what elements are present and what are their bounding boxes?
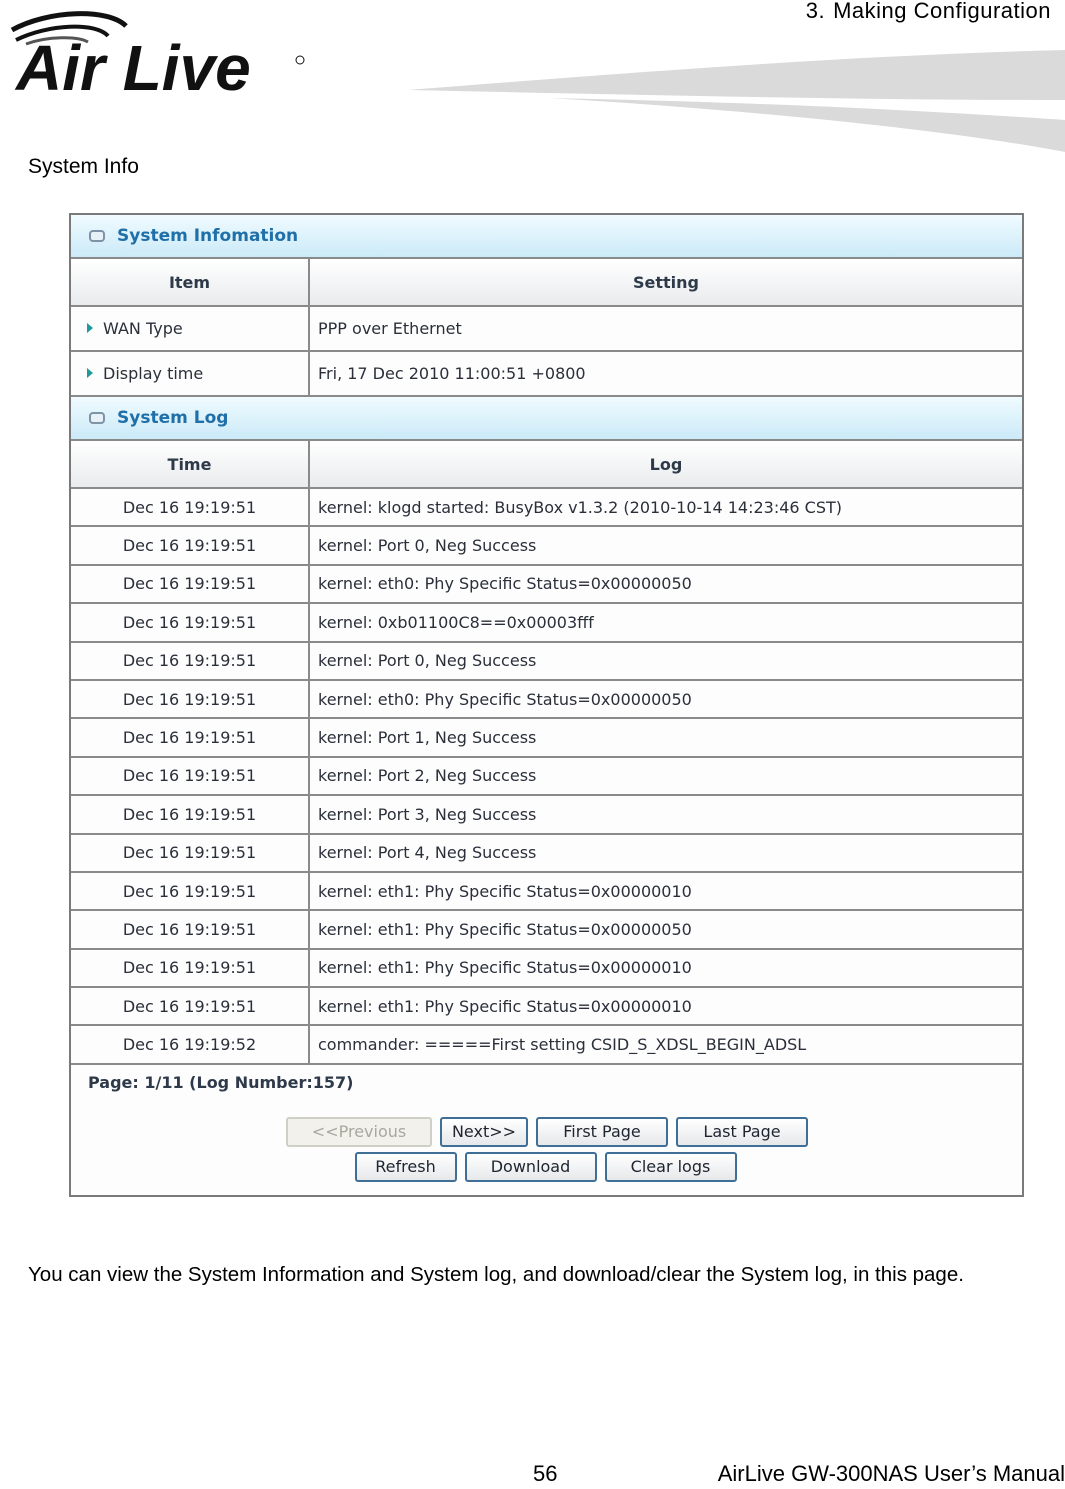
table-row: Display time Fri, 17 Dec 2010 11:00:51 +… [71,351,1022,397]
log-row: Dec 16 19:19:51 kernel: Port 3, Neg Succe… [71,795,1022,835]
log-message: kernel: eth1: Phy Specific Status=0x0000… [309,948,1022,989]
log-message: commander: =====First setting CSID_S_XDS… [309,1025,1022,1065]
log-pagination: Page: 1/11 (Log Number:157) <<Previous N… [71,1065,1022,1195]
chapter-title: Making Configuration [833,0,1051,23]
log-message: kernel: eth0: Phy Specific Status=0x0000… [309,679,1022,720]
download-button[interactable]: Download [464,1151,597,1182]
log-time: Dec 16 19:19:52 [71,1025,310,1065]
item-label: Display time [103,364,204,383]
triangle-right-icon [87,322,93,333]
system-information-title: System Infomation [117,226,299,246]
system-information-table: Item Setting WAN Type PPP over Ethernet … [71,259,1022,397]
log-message: kernel: 0xb01100C8==0x00003fff [309,603,1022,643]
log-message: kernel: Port 0, Neg Success [309,526,1022,566]
clear-logs-button[interactable]: Clear logs [604,1151,737,1182]
page-number: 56 [533,1461,558,1486]
log-row: Dec 16 19:19:51 kernel: eth1: Phy Specifi… [71,910,1022,950]
item-cell: WAN Type [71,306,310,352]
header-swoosh-decoration [400,40,1065,155]
item-cell: Display time [71,351,310,397]
log-message: kernel: Port 4, Neg Success [309,833,1022,873]
log-message: kernel: eth1: Phy Specific Status=0x0000… [309,987,1022,1027]
description-text: You can view the System Information and … [28,1263,964,1286]
log-row: Dec 16 19:19:51 kernel: eth0: Phy Specifi… [71,564,1022,605]
setting-value: PPP over Ethernet [309,306,1022,352]
log-time: Dec 16 19:19:51 [71,833,310,873]
log-time: Dec 16 19:19:51 [71,603,310,643]
column-header-log: Log [309,441,1022,489]
log-time: Dec 16 19:19:51 [71,718,310,758]
log-message: kernel: Port 2, Neg Success [309,756,1022,797]
log-row: Dec 16 19:19:51 kernel: 0xb01100C8==0x000… [71,603,1022,643]
log-row: Dec 16 19:19:51 kernel: Port 0, Neg Succe… [71,641,1022,681]
system-information-header: System Infomation [71,215,1022,259]
log-row: Dec 16 19:19:52 commander: =====First set… [71,1025,1022,1065]
log-row: Dec 16 19:19:51 kernel: Port 4, Neg Succe… [71,833,1022,873]
first-page-button[interactable]: First Page [536,1116,668,1147]
column-header-time: Time [71,441,310,489]
system-log-title: System Log [117,408,229,428]
log-time: Dec 16 19:19:51 [71,795,310,835]
manual-title: AirLive GW-300NAS User’s Manual [717,1461,1065,1486]
chapter-heading: 3. Making Configuration [806,0,1051,24]
system-log-header: System Log [71,397,1022,441]
system-info-panel: System Infomation Item Setting WAN Type … [69,213,1024,1197]
brand-wordmark: Air Live [14,32,251,98]
log-message: kernel: Port 1, Neg Success [309,718,1022,758]
log-message: kernel: klogd started: BusyBox v1.3.2 (2… [309,488,1022,528]
triangle-right-icon [87,367,93,378]
log-row: Dec 16 19:19:51 kernel: eth1: Phy Specifi… [71,948,1022,989]
log-time: Dec 16 19:19:51 [71,910,310,950]
log-row: Dec 16 19:19:51 kernel: eth0: Phy Specifi… [71,679,1022,720]
log-time: Dec 16 19:19:51 [71,987,310,1027]
previous-button[interactable]: <<Previous [286,1116,432,1147]
log-message: kernel: eth1: Phy Specific Status=0x0000… [309,871,1022,912]
log-time: Dec 16 19:19:51 [71,948,310,989]
section-bullet-icon [89,412,105,424]
section-title: System Info [28,155,139,178]
airlive-logo: Air Live [8,8,318,98]
log-time: Dec 16 19:19:51 [71,871,310,912]
setting-value: Fri, 17 Dec 2010 11:00:51 +0800 [309,351,1022,397]
table-row: WAN Type PPP over Ethernet [71,306,1022,352]
log-row: Dec 16 19:19:51 kernel: eth1: Phy Specifi… [71,871,1022,912]
log-row: Dec 16 19:19:51 kernel: klogd started: Bu… [71,488,1022,528]
column-header-setting: Setting [309,259,1022,307]
log-message: kernel: Port 3, Neg Success [309,795,1022,835]
log-time: Dec 16 19:19:51 [71,641,310,681]
last-page-button[interactable]: Last Page [676,1116,808,1147]
log-message: kernel: eth0: Phy Specific Status=0x0000… [309,564,1022,605]
section-bullet-icon [89,230,105,242]
log-time: Dec 16 19:19:51 [71,526,310,566]
log-row: Dec 16 19:19:51 kernel: Port 2, Neg Succe… [71,756,1022,797]
log-row: Dec 16 19:19:51 kernel: Port 0, Neg Succe… [71,526,1022,566]
log-row: Dec 16 19:19:51 kernel: Port 1, Neg Succe… [71,718,1022,758]
next-button[interactable]: Next>> [440,1116,528,1147]
log-time: Dec 16 19:19:51 [71,488,310,528]
column-header-item: Item [71,259,310,307]
item-label: WAN Type [103,319,183,338]
log-message: kernel: Port 0, Neg Success [309,641,1022,681]
log-time: Dec 16 19:19:51 [71,564,310,605]
page-info: Page: 1/11 (Log Number:157) [88,1072,354,1092]
refresh-button[interactable]: Refresh [354,1151,457,1182]
log-time: Dec 16 19:19:51 [71,756,310,797]
system-log-table: Time Log Dec 16 19:19:51 kernel: klogd st… [71,441,1022,1065]
log-message: kernel: eth1: Phy Specific Status=0x0000… [309,910,1022,950]
log-time: Dec 16 19:19:51 [71,679,310,720]
chapter-number: 3. [805,0,826,23]
log-row: Dec 16 19:19:51 kernel: eth1: Phy Specifi… [71,987,1022,1027]
